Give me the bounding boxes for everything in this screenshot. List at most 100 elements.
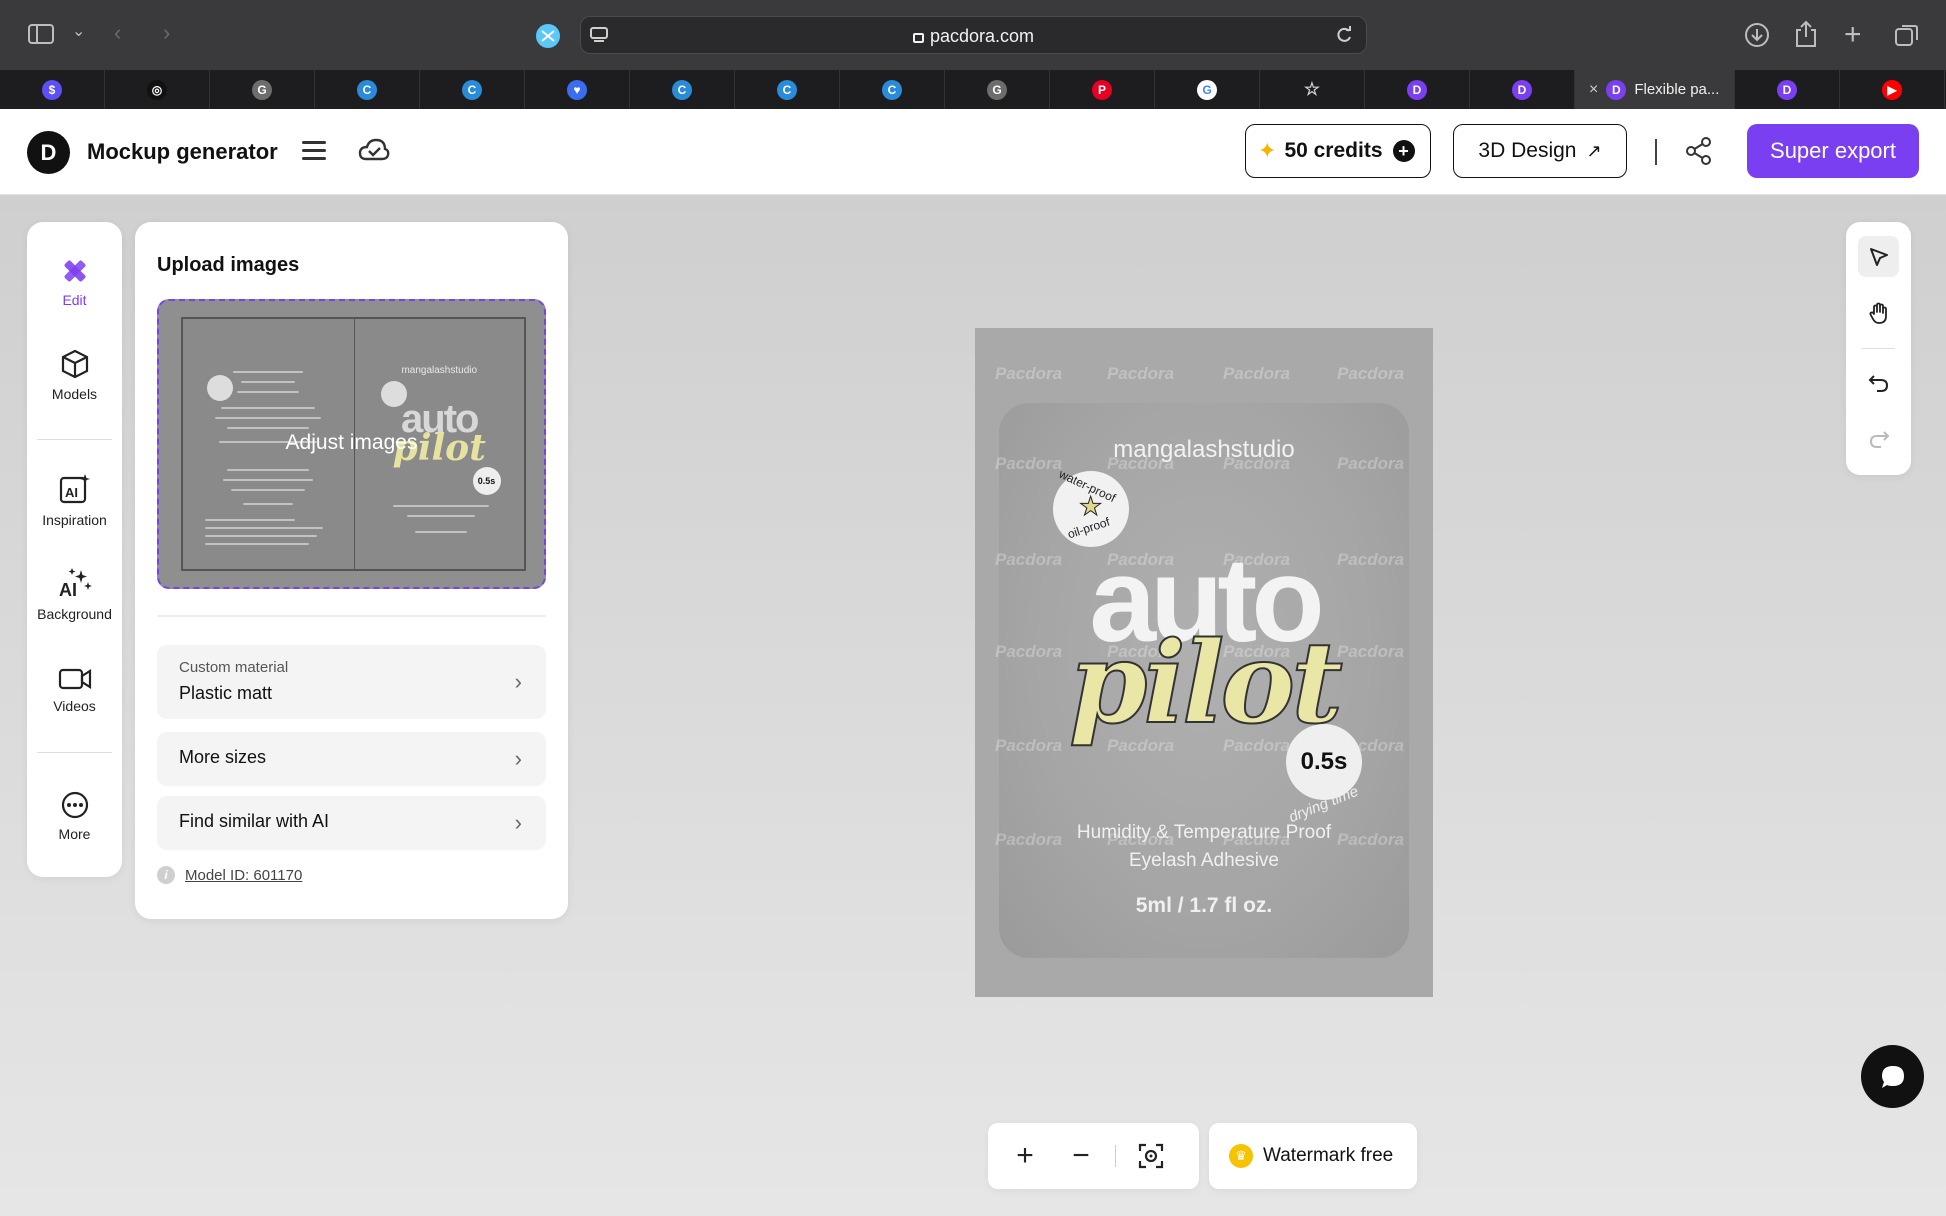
pan-tool[interactable] (1858, 292, 1899, 333)
pouch-mockup[interactable]: Pacdora Pacdora Pacdora Pacdora Pacdora Pacdo… (975, 328, 1433, 997)
pacdora-logo[interactable]: D (27, 131, 70, 174)
undo-icon (1868, 374, 1888, 392)
browser-tab[interactable]: G (1155, 70, 1260, 109)
browser-tab[interactable]: D (1365, 70, 1470, 109)
more-sizes-row[interactable]: More sizes › (157, 732, 546, 786)
rail-item-models[interactable]: Models (27, 348, 122, 402)
rail-item-inspiration[interactable]: AI Inspiration (27, 472, 122, 528)
canva-favicon: C (672, 79, 692, 100)
browser-tab[interactable]: ♥ (525, 70, 630, 109)
credits-label: 50 credits (1284, 139, 1383, 162)
browser-tab[interactable]: G (210, 70, 315, 109)
pouch-description-line2: Eyelash Adhesive (1129, 850, 1279, 871)
pinterest-favicon: P (1092, 79, 1112, 100)
find-similar-row[interactable]: Find similar with AI › (157, 796, 546, 850)
chat-bubble-icon (1881, 1065, 1904, 1088)
extension-icon[interactable] (535, 23, 561, 53)
browser-tab[interactable]: C (840, 70, 945, 109)
g-favicon: G (252, 79, 272, 100)
info-icon: i (157, 866, 175, 884)
watermark-free-button[interactable]: ♛ Watermark free (1209, 1123, 1417, 1189)
canva-favicon: C (357, 79, 377, 100)
address-bar[interactable]: pacdora.com (580, 16, 1367, 54)
reload-icon[interactable] (1334, 25, 1354, 49)
browser-tab[interactable]: ☆ (1260, 70, 1365, 109)
browser-tab[interactable]: C (630, 70, 735, 109)
zoom-in-button[interactable]: + (1000, 1123, 1050, 1189)
cloud-saved-icon[interactable] (358, 137, 390, 168)
new-tab-icon[interactable]: + (1844, 20, 1862, 50)
rail-item-more[interactable]: More (27, 790, 122, 842)
browser-tab[interactable]: P (1050, 70, 1155, 109)
chevron-down-icon[interactable]: ⌄ (72, 24, 85, 40)
browser-tab[interactable]: ◎ (105, 70, 210, 109)
custom-material-row[interactable]: Custom material Plastic matt › (157, 645, 546, 719)
tab-strip: $ ◎ G C C ♥ C C C G P G ☆ D D × D Flexible pa... D ▶ (0, 70, 1946, 109)
browser-tab[interactable]: × D Flexible pa... (1575, 70, 1735, 109)
model-id[interactable]: i Model ID: 601170 (157, 866, 302, 884)
chevron-right-icon: › (514, 810, 522, 835)
super-export-button[interactable]: Super export (1747, 124, 1919, 178)
back-arrow-icon[interactable]: ‹ (114, 22, 121, 44)
video-icon (27, 666, 122, 692)
select-tool[interactable] (1858, 236, 1899, 277)
find-similar-label: Find similar with AI (179, 811, 330, 831)
browser-tab[interactable]: C (315, 70, 420, 109)
svg-text:AI: AI (65, 485, 78, 500)
watermark-text: Pacdora (995, 364, 1063, 383)
rail-item-edit[interactable]: Edit (27, 256, 122, 308)
lock-icon (912, 33, 924, 43)
upload-dropzone[interactable]: mangalashstudio auto pilot 0.5s Adjust i… (157, 299, 546, 589)
model-id-link[interactable]: Model ID: 601170 (185, 867, 302, 884)
rail-divider (37, 752, 112, 753)
adjust-images-label[interactable]: Adjust images (159, 431, 544, 455)
menu-icon[interactable] (302, 141, 326, 161)
share-icon[interactable] (1684, 136, 1714, 171)
tab-overview-icon[interactable] (1894, 22, 1920, 52)
browser-toolbar: ⌄ ‹ › pacdora.com + (0, 0, 1946, 70)
close-tab-icon[interactable]: × (1589, 81, 1598, 99)
edit-icon (27, 256, 122, 286)
redo-icon (1869, 430, 1889, 448)
fit-view-icon (1138, 1143, 1164, 1169)
material-value: Plastic matt (179, 683, 273, 703)
mini-brand: mangalashstudio (401, 365, 478, 376)
watermark-free-label: Watermark free (1263, 1145, 1394, 1166)
panel-title: Upload images (157, 254, 300, 276)
sidebar-toggle-icon[interactable] (28, 24, 54, 48)
browser-tab[interactable]: D (1735, 70, 1840, 109)
credits-button[interactable]: ✦ 50 credits + (1245, 124, 1431, 178)
pacdora-favicon: D (1512, 79, 1532, 100)
pouch-word-pilot: pilot (1068, 618, 1344, 749)
fit-view-button[interactable] (1126, 1123, 1176, 1189)
browser-tab[interactable]: G (945, 70, 1050, 109)
3d-design-button[interactable]: 3D Design ↗ (1453, 124, 1627, 178)
arrow-up-right-icon: ↗ (1586, 140, 1602, 161)
rail-item-videos[interactable]: Videos (27, 666, 122, 714)
browser-tab[interactable]: $ (0, 70, 105, 109)
download-icon[interactable] (1744, 22, 1770, 52)
chat-support-button[interactable] (1861, 1045, 1924, 1108)
browser-tab[interactable]: D (1470, 70, 1575, 109)
rail-item-background[interactable]: AI Background (27, 566, 122, 622)
browser-tab[interactable]: C (420, 70, 525, 109)
zoom-out-button[interactable]: − (1056, 1123, 1106, 1189)
rail-label: Videos (53, 698, 96, 714)
g-favicon: G (987, 79, 1007, 100)
app-title: Mockup generator (87, 139, 278, 164)
undo-button[interactable] (1858, 362, 1899, 403)
share-sheet-icon[interactable] (1794, 20, 1818, 52)
panel-divider (157, 615, 546, 617)
redo-button[interactable] (1858, 418, 1899, 459)
browser-tab[interactable]: C (735, 70, 840, 109)
forward-arrow-icon[interactable]: › (163, 22, 170, 44)
cube-icon (27, 348, 122, 380)
svg-text:AI: AI (59, 580, 77, 600)
openai-favicon: ◎ (147, 79, 167, 100)
rail-label: Background (37, 606, 112, 622)
browser-tab[interactable]: ▶ (1840, 70, 1945, 109)
ai-image-icon: AI (27, 472, 122, 506)
heart-favicon: ♥ (567, 79, 587, 100)
zoom-controls: + − (988, 1123, 1199, 1189)
dollar-favicon: $ (42, 79, 62, 100)
